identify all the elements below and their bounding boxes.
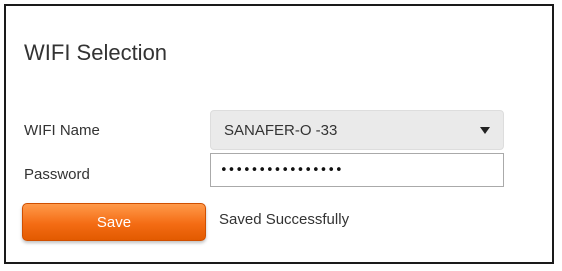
password-label: Password [24,166,90,183]
save-button[interactable]: Save [22,203,206,241]
chevron-down-icon [480,127,490,134]
status-message: Saved Successfully [219,211,350,228]
password-field[interactable] [210,153,504,187]
wifi-selection-panel: WIFI Selection WIFI Name SANAFER-O -33 P… [4,4,554,264]
panel-title: WIFI Selection [24,40,168,65]
wifi-name-label: WIFI Name [24,122,100,139]
wifi-name-select[interactable]: SANAFER-O -33 [210,110,504,150]
wifi-name-value: SANAFER-O -33 [224,122,338,139]
